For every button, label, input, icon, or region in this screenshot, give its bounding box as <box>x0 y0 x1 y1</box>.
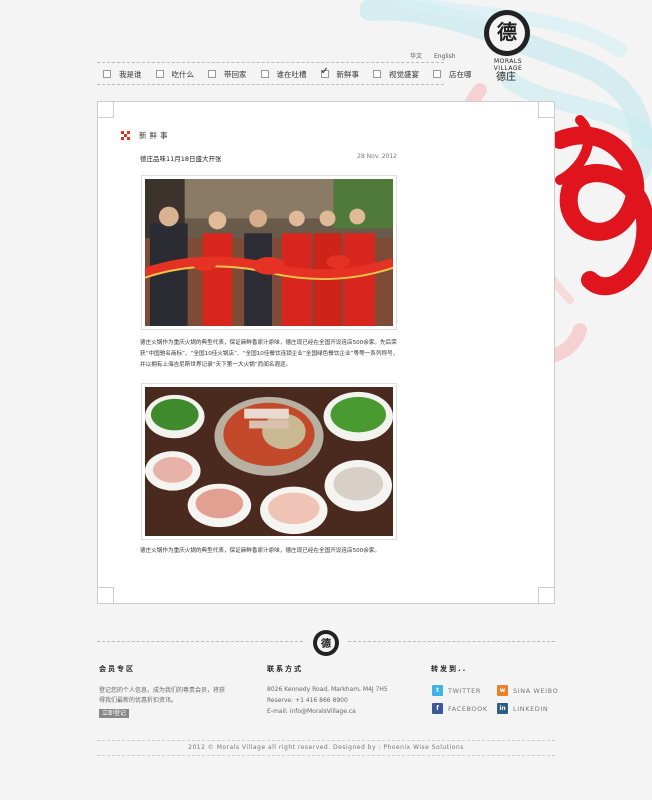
footer-emblem-glyph: 德 <box>321 639 331 650</box>
nav-item-label: 吃什么 <box>171 69 195 79</box>
nav-item-label: 新鲜事 <box>336 69 360 79</box>
checkbox-icon <box>155 70 164 78</box>
linkedin-link[interactable]: LINKEDIN <box>513 705 548 713</box>
post-paragraph-2: 德庄火锅作为重庆火锅的典型代表，保证麻鲜香原汁原味，德庄现已经在全国开设连店50… <box>140 548 381 554</box>
post-paragraph-1: 德庄火锅作为重庆火锅的典型代表，保证麻鲜香原汁原味，德庄现已经在全国开设连店50… <box>140 340 399 368</box>
weibo-icon[interactable]: w <box>497 685 508 696</box>
checkbox-icon <box>208 70 216 78</box>
nav-item-menu[interactable]: 吃什么 <box>150 66 195 82</box>
twitter-icon[interactable]: t <box>432 685 443 696</box>
copyright-divider-top <box>97 740 555 741</box>
frame-corner <box>97 101 114 118</box>
lang-english-link[interactable]: English <box>434 53 456 60</box>
checkbox-icon <box>373 70 381 78</box>
post-date: 28 Nov. 2012 <box>357 153 397 160</box>
hotpot-photo <box>141 383 397 540</box>
ribbon-cutting-photo <box>141 175 397 330</box>
section-grid-icon <box>121 131 130 140</box>
logo-glyph: 德 <box>497 20 517 44</box>
member-text: 登记您的个人信息，成为我们的尊贵会员，将获得我们最新的优惠折扣资讯。 <box>99 687 226 704</box>
nav-item-label: 店在哪 <box>449 69 472 79</box>
logo-emblem: 德 <box>484 10 530 56</box>
contact-email[interactable]: E-mail: info@MoralsVillage.ca <box>267 707 356 717</box>
checkbox-icon <box>433 70 441 78</box>
nav-item-news[interactable]: ✓ 新鲜事 <box>315 66 360 82</box>
footer-divider-left <box>97 641 303 642</box>
logo-signature: 德庄 <box>496 72 516 83</box>
footer-emblem: 德 <box>313 630 339 656</box>
register-button[interactable]: 立即登记 <box>99 709 130 718</box>
nav-item-label: 谁在吐槽 <box>276 69 307 79</box>
section-title: 新鲜事 <box>139 131 171 140</box>
nav-item-gallery[interactable]: 视觉盛宴 <box>367 66 419 82</box>
copyright-text: 2012 © Morals Village all right reserved… <box>188 744 464 751</box>
nav-item-reviews[interactable]: 谁在吐槽 <box>255 66 307 82</box>
checkbox-checked-icon: ✓ <box>320 66 329 78</box>
facebook-icon[interactable]: f <box>432 703 443 714</box>
brand-logo[interactable]: 德 MORALS VILLAGE 德庄 <box>482 10 534 83</box>
lang-chinese-link[interactable]: 华文 <box>410 53 422 60</box>
twitter-link[interactable]: TWITTER <box>448 687 481 695</box>
language-switch: 华文 English <box>410 51 466 60</box>
frame-corner <box>538 587 555 604</box>
weibo-link[interactable]: SINA WEIBO <box>513 687 558 695</box>
checkbox-icon <box>103 70 111 78</box>
nav-divider-bottom <box>97 84 444 85</box>
member-heading: 会员专区 <box>99 665 135 673</box>
frame-corner <box>538 101 555 118</box>
contact-address: 8026 Kennedy Road, Markham, M4J 7H5 <box>267 686 388 693</box>
nav-item-locations[interactable]: 店在哪 <box>427 66 472 82</box>
contact-heading: 联系方式 <box>267 665 303 673</box>
nav-item-label: 我是谁 <box>119 69 142 79</box>
copyright-divider-bottom <box>97 755 555 756</box>
linkedin-icon[interactable]: in <box>497 703 508 714</box>
nav-item-about[interactable]: 我是谁 <box>97 66 142 82</box>
checkbox-icon <box>260 70 269 78</box>
nav-divider-top <box>97 62 444 63</box>
facebook-link[interactable]: FACEBOOK <box>448 705 488 713</box>
contact-reserve: Reserve: +1 416 866 8900 <box>267 697 348 704</box>
nav-item-label: 视觉盛宴 <box>389 69 419 79</box>
share-heading: 转发到.. <box>431 665 468 673</box>
frame-corner <box>97 587 114 604</box>
nav-item-label: 带回家 <box>224 69 247 79</box>
footer-divider-right <box>348 641 555 642</box>
post-title[interactable]: 德庄品味11月18日盛大开张 <box>140 153 222 163</box>
nav-item-takeaway[interactable]: 带回家 <box>202 66 247 82</box>
main-nav: 我是谁 吃什么 带回家 谁在吐槽 ✓ 新鲜事 视觉盛宴 店在哪 <box>97 66 472 82</box>
